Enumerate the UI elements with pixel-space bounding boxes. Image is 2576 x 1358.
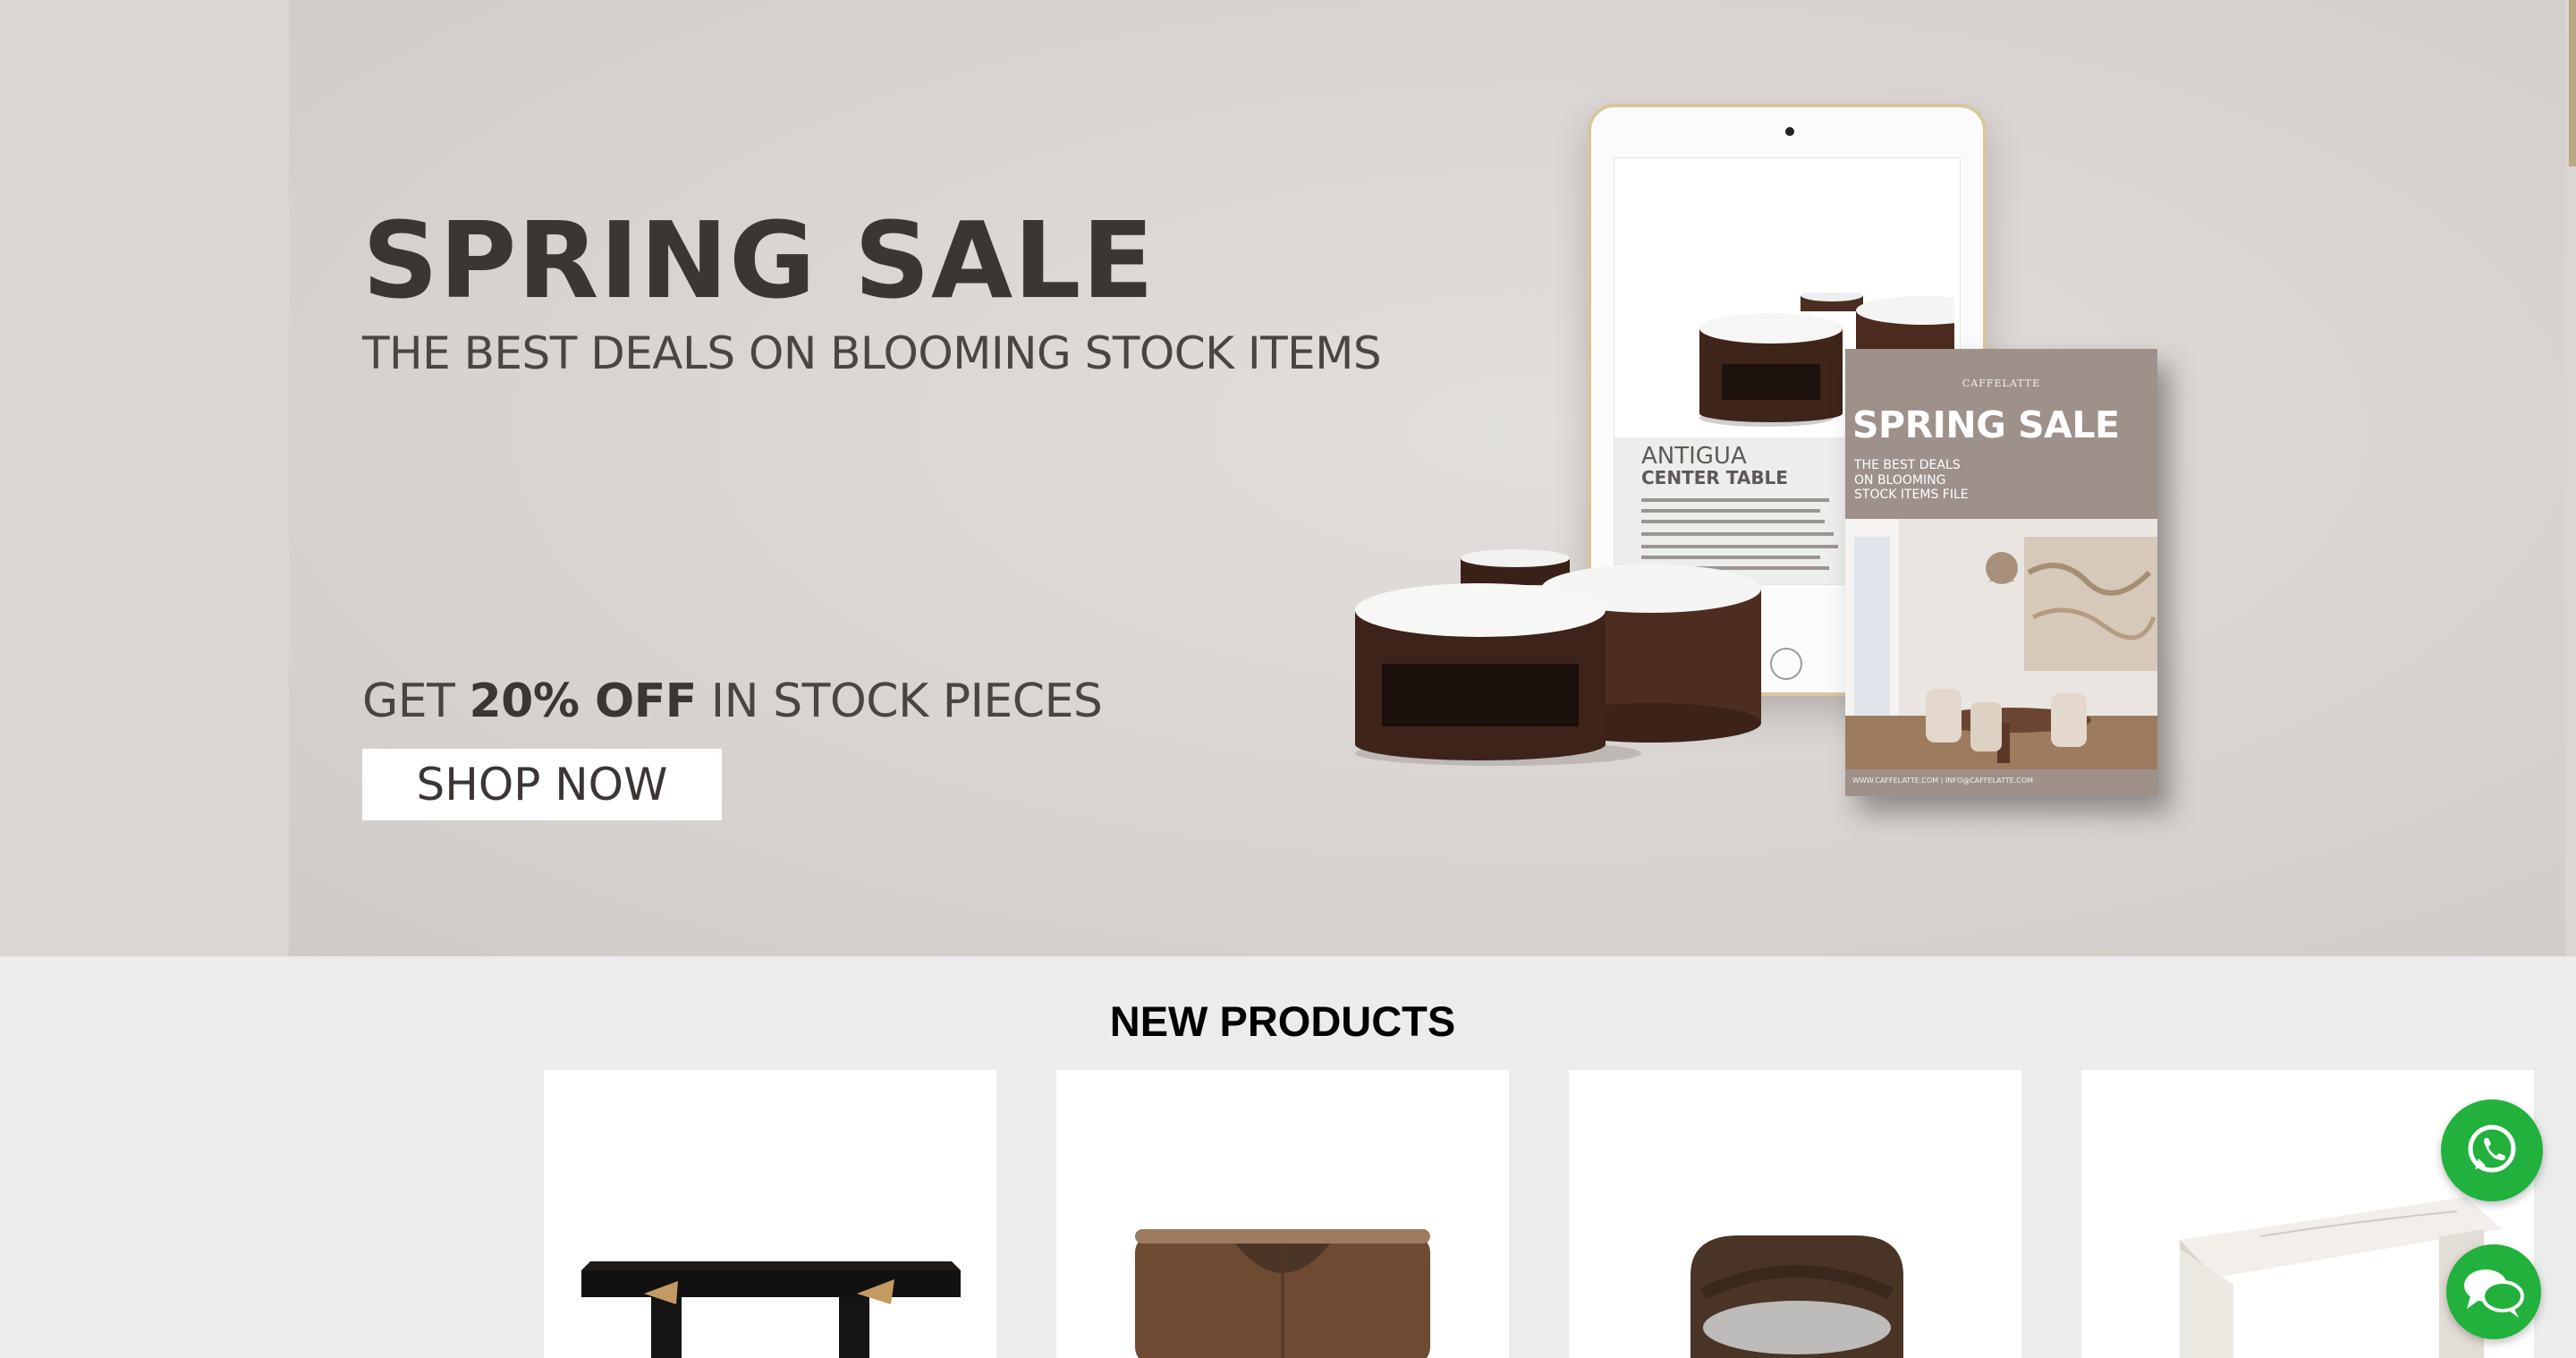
tablet-home-button	[1770, 648, 1802, 680]
tablet-product-type: CENTER TABLE	[1641, 467, 1788, 488]
whatsapp-button[interactable]	[2441, 1099, 2543, 1201]
antigua-center-tables-image	[1355, 549, 1761, 766]
scroll-accent-bar	[2569, 0, 2576, 166]
chat-button[interactable]	[2446, 1244, 2541, 1339]
offer-suffix: IN STOCK PIECES	[696, 675, 1103, 728]
armchair-image	[1690, 1235, 1903, 1358]
brochure-subtitle: THE BEST DEALS ON BLOOMING STOCK ITEMS F…	[1854, 458, 1969, 503]
brochure-brand: CAFFELATTE	[1962, 378, 2041, 389]
hero-banner[interactable]: SPRING SALE THE BEST DEALS ON BLOOMING S…	[0, 0, 2576, 956]
sale-brochure: CAFFELATTE SPRING SALE THE BEST DEALS ON…	[1845, 349, 2157, 796]
new-products-heading: NEW PRODUCTS	[1109, 997, 1456, 1045]
brochure-subtitle-line: THE BEST DEALS	[1854, 458, 1961, 472]
brochure-subtitle-line: STOCK ITEMS FILE	[1854, 488, 1969, 503]
sideboard-image	[1135, 1229, 1430, 1358]
tablet-camera	[1785, 127, 1794, 136]
product-card[interactable]	[1056, 1070, 1509, 1358]
console-table-image	[581, 1261, 961, 1358]
hero-subtitle: THE BEST DEALS ON BLOOMING STOCK ITEMS	[362, 327, 1382, 379]
tablet-product-name: ANTIGUA	[1641, 443, 1747, 470]
whatsapp-icon	[2468, 1125, 2516, 1173]
dining-room-photo	[1845, 519, 2157, 769]
offer-discount: 20% OFF	[469, 675, 697, 728]
shop-now-button[interactable]: SHOP NOW	[362, 749, 722, 820]
brochure-subtitle-line: ON BLOOMING	[1854, 472, 1946, 488]
product-card[interactable]	[1569, 1070, 2021, 1358]
hero-title: SPRING SALE	[362, 199, 1156, 322]
product-card[interactable]	[544, 1070, 996, 1358]
offer-prefix: GET	[362, 675, 470, 728]
chat-bubbles-icon	[2464, 1269, 2524, 1318]
brochure-title: SPRING SALE	[1852, 403, 2120, 446]
brochure-footer: WWW.CAFFELATTE.COM | INFO@CAFFELATTE.COM	[1852, 777, 2034, 785]
hero-offer: GET 20% OFF IN STOCK PIECES	[362, 675, 1103, 728]
